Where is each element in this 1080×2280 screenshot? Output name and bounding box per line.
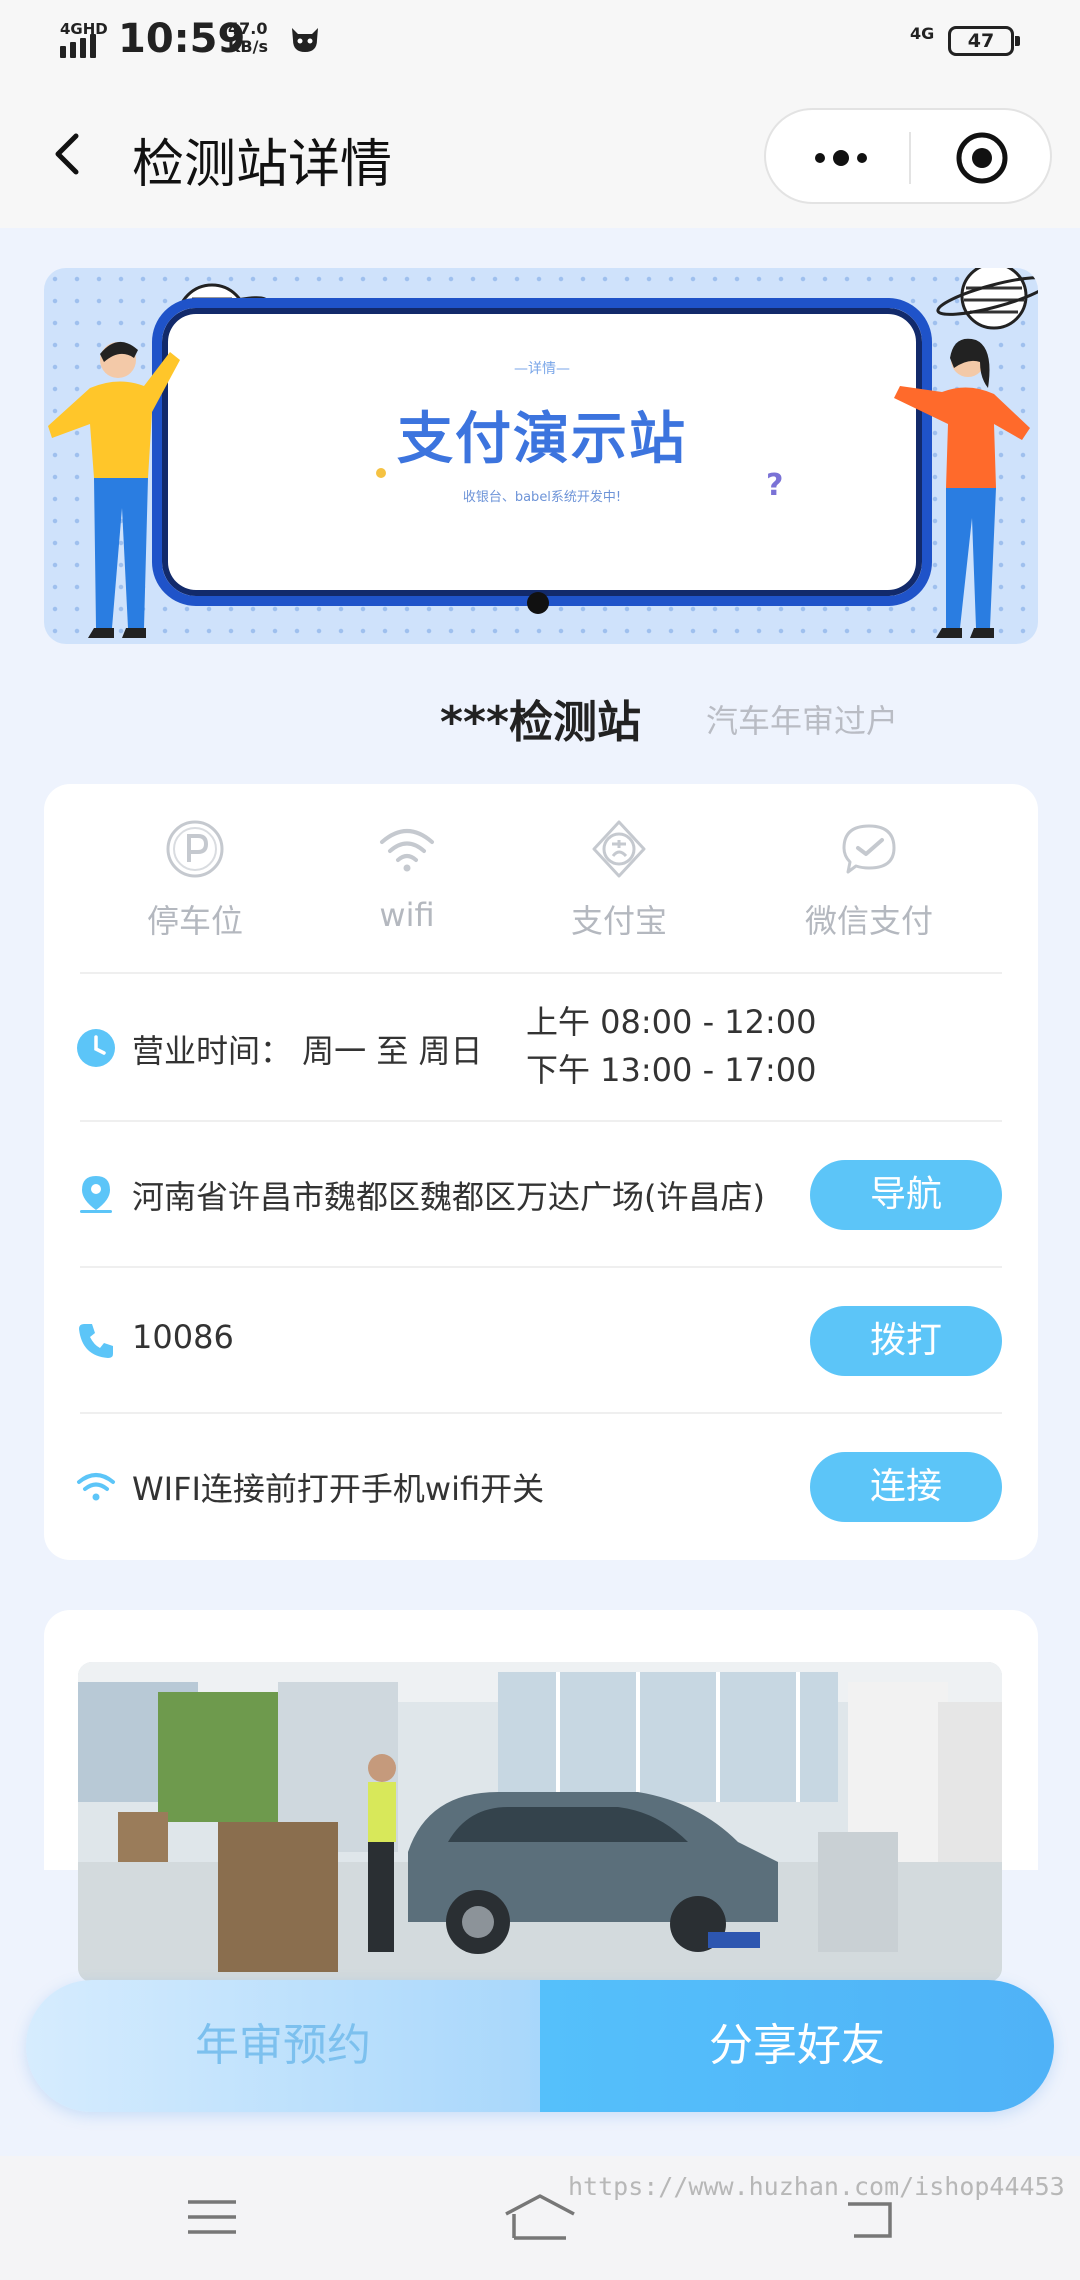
- network-tag: 4GHD: [60, 20, 108, 38]
- call-button[interactable]: 拨打: [810, 1306, 1002, 1376]
- amenity-wifi: wifi: [322, 818, 492, 934]
- chevron-left-icon[interactable]: [40, 124, 100, 184]
- amenity-alipay: 支付宝: [534, 818, 704, 942]
- menu-icon[interactable]: [182, 2192, 242, 2242]
- divider: [80, 1120, 1002, 1122]
- app-notification-icon: [292, 28, 318, 52]
- parking-icon: [166, 820, 224, 878]
- banner-subtitle: —详情—: [514, 361, 570, 377]
- battery-icon: 47: [948, 26, 1020, 56]
- wechat-pay-icon: [842, 824, 896, 874]
- wifi-icon: [380, 829, 434, 872]
- phone-icon: [79, 1324, 113, 1358]
- banner-carousel[interactable]: —详情— 支付演示站 收银台、babel系统开发中! ?: [44, 268, 1038, 644]
- speed-value: 47.0: [228, 19, 268, 38]
- station-photo[interactable]: [78, 1662, 1002, 1982]
- wifi-blue-icon: [77, 1473, 115, 1501]
- capsule-divider: [909, 132, 911, 184]
- amenity-wechat-pay: 微信支付: [784, 818, 954, 942]
- page-title: 检测站详情: [132, 135, 393, 195]
- amenity-label: 支付宝: [570, 902, 667, 940]
- target-circle-icon[interactable]: [954, 130, 1010, 186]
- title-bar: 检测站详情: [0, 84, 1080, 228]
- amenity-label: wifi: [379, 896, 435, 934]
- station-info-card: 停车位 wifi 支付宝 微信支付 营业时间： 周一 至 周日 上午 08:00: [44, 784, 1038, 1560]
- phone-number: 10086: [132, 1318, 234, 1356]
- person-left-illustration: [48, 341, 180, 638]
- wifi-hint: WIFI连接前打开手机wifi开关: [132, 1470, 545, 1508]
- more-dots-icon[interactable]: [806, 140, 876, 176]
- share-friends-button[interactable]: 分享好友: [540, 1980, 1054, 2112]
- signal-icon: 4GHD: [58, 20, 108, 60]
- status-bar: 4GHD 10:59 47.0 KB/s 4G 47: [0, 0, 1080, 84]
- alipay-icon: [592, 820, 646, 878]
- clock-icon: [77, 1029, 115, 1067]
- banner-heading: 支付演示站: [397, 407, 687, 472]
- connect-button[interactable]: 连接: [810, 1452, 1002, 1522]
- location-pin-icon: [80, 1176, 112, 1213]
- banner-note: 收银台、babel系统开发中!: [462, 490, 622, 505]
- station-tag: 汽车年审过户: [706, 702, 899, 740]
- bottom-action-bar: 年审预约 分享好友: [26, 1980, 1054, 2112]
- address-text: 河南省许昌市魏都区魏都区万达广场(许昌店): [132, 1178, 765, 1216]
- question-mark-decoration: ?: [766, 468, 784, 503]
- watermark: https://www.huzhan.com/ishop44453: [568, 2172, 1065, 2201]
- divider: [80, 1412, 1002, 1414]
- station-photo-card: [44, 1610, 1038, 1982]
- sparkle-decoration: [376, 468, 386, 478]
- speed-unit: KB/s: [228, 37, 268, 56]
- station-name: ***检测站: [440, 697, 642, 748]
- inspection-hall-image: [78, 1662, 1002, 1982]
- clock: 10:59: [118, 16, 246, 62]
- carousel-indicator-dot[interactable]: [527, 592, 549, 614]
- amenity-label: 微信支付: [804, 902, 933, 940]
- amenity-label: 停车位: [146, 902, 243, 940]
- business-hours-times: 上午 08:00 - 12:00 下午 13:00 - 17:00: [526, 998, 817, 1094]
- banner-screen-frame: —详情— 支付演示站 收银台、babel系统开发中! ?: [152, 298, 932, 606]
- business-hours-label: 营业时间： 周一 至 周日: [132, 1032, 483, 1070]
- book-inspection-button[interactable]: 年审预约: [26, 1980, 540, 2112]
- hours-afternoon: 下午 13:00 - 17:00: [526, 1051, 817, 1089]
- person-right-illustration: [894, 338, 1030, 638]
- network-type-right: 4G: [910, 24, 935, 43]
- navigate-button[interactable]: 导航: [810, 1160, 1002, 1230]
- divider: [80, 972, 1002, 974]
- hours-morning: 上午 08:00 - 12:00: [526, 1003, 817, 1041]
- divider: [80, 1266, 1002, 1268]
- network-speed: 47.0 KB/s: [228, 20, 268, 56]
- miniprogram-capsule: [764, 108, 1052, 204]
- amenity-parking: 停车位: [110, 818, 280, 942]
